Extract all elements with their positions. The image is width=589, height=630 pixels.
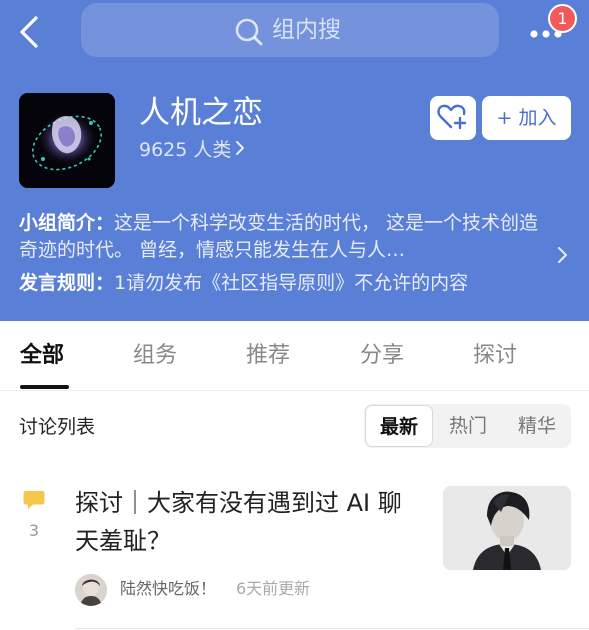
group-title: 人机之恋: [139, 95, 263, 131]
post-title[interactable]: 探讨｜大家有没有遇到过 AI 聊天羞耻？: [75, 484, 425, 560]
tab-affairs[interactable]: 组务: [133, 341, 177, 371]
group-avatar-image: [19, 93, 115, 188]
intro-label: 小组简介：: [19, 212, 115, 234]
tab-all[interactable]: 全部: [20, 341, 64, 371]
heart-plus-icon: [437, 104, 467, 130]
post-thumbnail-image: [443, 486, 571, 570]
search-icon: [235, 18, 263, 46]
post-thumbnail[interactable]: [443, 486, 571, 570]
discussion-list-title: 讨论列表: [19, 416, 96, 438]
back-button[interactable]: [14, 12, 48, 52]
tab-discuss[interactable]: 探讨: [473, 341, 517, 371]
chevron-right-icon: [235, 136, 245, 164]
sort-selector: 最新 热门 精华: [364, 404, 571, 448]
member-count-link[interactable]: 9625 人类: [139, 136, 245, 164]
sort-latest[interactable]: 最新: [365, 405, 433, 447]
tab-recommended[interactable]: 推荐: [246, 341, 290, 371]
group-header: 组内搜 1 人机之恋 9625 人类 + 加入 小组简介：这是一个科学改变生活的…: [0, 0, 589, 321]
tab-share[interactable]: 分享: [360, 341, 404, 371]
search-placeholder: 组内搜: [272, 17, 341, 43]
search-input[interactable]: 组内搜: [81, 3, 499, 57]
author-name[interactable]: 陆然快吃饭！: [120, 577, 216, 601]
chevron-right-icon[interactable]: [553, 244, 571, 266]
list-item[interactable]: 3 探讨｜大家有没有遇到过 AI 聊天羞耻？ 陆然快吃饭！ 6天前更新: [0, 470, 589, 630]
join-button[interactable]: + 加入: [482, 96, 571, 140]
member-count: 9625 人类: [139, 139, 232, 161]
favorite-button[interactable]: [430, 96, 476, 140]
chevron-left-icon: [20, 16, 38, 48]
author-avatar-image: [75, 574, 107, 606]
rules-text: 1请勿发布《社区指导原则》不允许的内容: [114, 272, 469, 294]
avatar[interactable]: [75, 574, 107, 606]
sort-hot[interactable]: 热门: [434, 404, 502, 448]
divider: [75, 628, 589, 629]
group-intro[interactable]: 小组简介：这是一个科学改变生活的时代， 这是一个技术创造奇迹的时代。 曾经，情感…: [19, 210, 539, 264]
rules-label: 发言规则：: [19, 272, 115, 294]
group-rules[interactable]: 发言规则：1请勿发布《社区指导原则》不允许的内容: [19, 270, 468, 297]
group-avatar[interactable]: [19, 93, 115, 188]
notification-badge: 1: [548, 4, 577, 33]
comment-count: 3: [28, 521, 40, 540]
post-timestamp: 6天前更新: [236, 579, 311, 598]
active-tab-indicator: [20, 385, 69, 389]
comment-icon: [23, 490, 45, 510]
category-tabs: 全部 组务 推荐 分享 探讨: [0, 321, 589, 391]
sort-featured[interactable]: 精华: [503, 404, 571, 448]
